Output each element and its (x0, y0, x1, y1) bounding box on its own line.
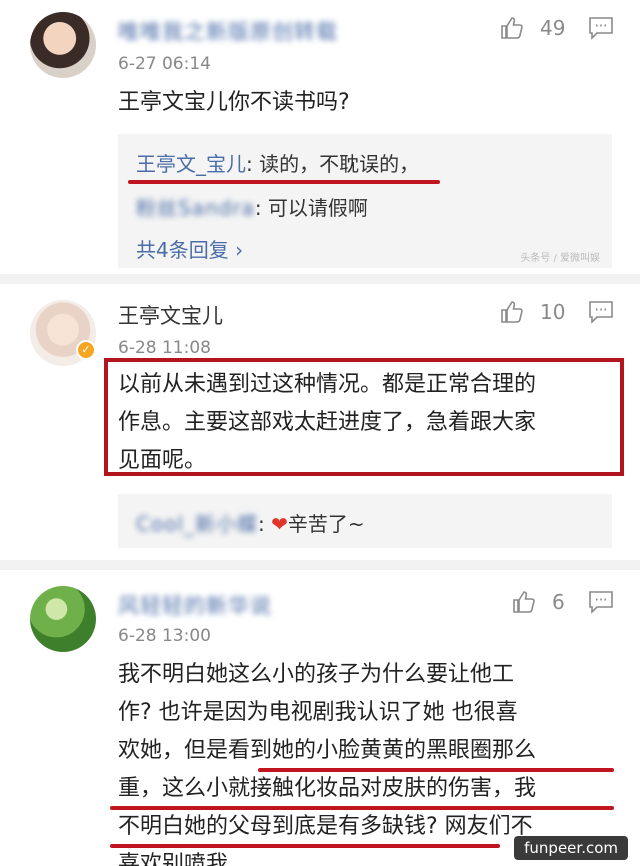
reply-author[interactable]: Cool_新小蝶 (136, 512, 258, 536)
view-more-replies-link[interactable]: 共4条回复 › (136, 234, 243, 263)
thumbs-up-icon[interactable] (500, 16, 524, 40)
comment-text-line: 欢她，但是看到她的小脸黄黄的黑眼圈那么 (118, 738, 537, 763)
comment-text-line: 以前从未遇到过这种情况。都是正常合理的 (118, 372, 537, 397)
highlight-underline (110, 806, 614, 810)
thumbs-up-icon[interactable] (500, 300, 524, 324)
reply-1: Cool_新小蝶: ❤辛苦了~ (136, 512, 365, 536)
comment-text-line: 我不明白她这么小的孩子为什么要让他工 (118, 662, 515, 687)
comment-3: 风轻轻的新华说 6-28 13:00 6 我不明白她这么小的孩子为什么要让他工 … (0, 572, 640, 866)
divider (0, 274, 640, 284)
comment-text-line: 见面呢。 (118, 448, 207, 473)
highlight-underline (110, 844, 500, 848)
reply-text: 辛苦了~ (287, 512, 365, 536)
highlight-underline (128, 180, 440, 184)
highlight-underline (258, 768, 614, 772)
site-watermark: funpeer.com (514, 836, 628, 860)
username[interactable]: 风轻轻的新华说 (118, 590, 272, 620)
comment-text: 以前从未遇到过这种情况。都是正常合理的 作息。主要这部戏太赶进度了，急着跟大家 … (118, 366, 618, 480)
reply-author[interactable]: 粉丝Sandra (136, 196, 255, 220)
username[interactable]: 王亭文宝儿 (118, 300, 223, 330)
comment-2: ✓ 王亭文宝儿 6-28 11:08 10 以前从未遇到过这种情况。都是正常合理… (0, 288, 640, 558)
reply-2: 粉丝Sandra: 可以请假啊 (136, 192, 368, 221)
thumbs-up-icon[interactable] (512, 590, 536, 614)
replies-box: Cool_新小蝶: ❤辛苦了~ (118, 494, 612, 548)
comment-icon[interactable] (588, 590, 614, 614)
timestamp: 6-28 11:08 (118, 338, 211, 358)
avatar[interactable] (30, 586, 96, 652)
username[interactable]: 唯唯我之新版原创转载 (118, 16, 338, 46)
comment-text-line: 重，这么小就接触化妆品对皮肤的伤害，我 (118, 776, 537, 801)
comment-icon[interactable] (588, 16, 614, 40)
timestamp: 6-27 06:14 (118, 54, 211, 74)
divider (0, 560, 640, 570)
comment-text-line: 作息。主要这部戏太赶进度了，急着跟大家 (118, 410, 537, 435)
comment-text: 我不明白她这么小的孩子为什么要让他工 作? 也许是因为电视剧我认识了她 也很喜 … (118, 656, 623, 866)
comment-text: 王亭文宝儿你不读书吗? (118, 90, 350, 115)
watermark: 头条号 / 爱微叫娱 (520, 253, 600, 264)
timestamp: 6-28 13:00 (118, 626, 211, 646)
like-count: 6 (552, 590, 565, 614)
avatar[interactable] (30, 12, 96, 78)
like-count: 49 (540, 16, 566, 40)
reply-text: : 可以请假啊 (254, 196, 368, 220)
comment-text-line: 作? 也许是因为电视剧我认识了她 也很喜 (118, 700, 518, 725)
comment-icon[interactable] (588, 300, 614, 324)
reply-1: 王亭文_宝儿: 读的，不耽误的， (136, 148, 419, 177)
like-count: 10 (540, 300, 566, 324)
reply-author[interactable]: 王亭文_宝儿 (136, 152, 246, 176)
verified-badge-icon: ✓ (76, 340, 96, 360)
reply-text: : 读的，不耽误的， (246, 152, 420, 176)
replies-box: 王亭文_宝儿: 读的，不耽误的， 粉丝Sandra: 可以请假啊 共4条回复 ›… (118, 134, 612, 268)
comment-1: 唯唯我之新版原创转载 6-27 06:14 49 王亭文宝儿你不读书吗? 王亭文… (0, 0, 640, 272)
heart-icon: ❤ (271, 512, 288, 536)
